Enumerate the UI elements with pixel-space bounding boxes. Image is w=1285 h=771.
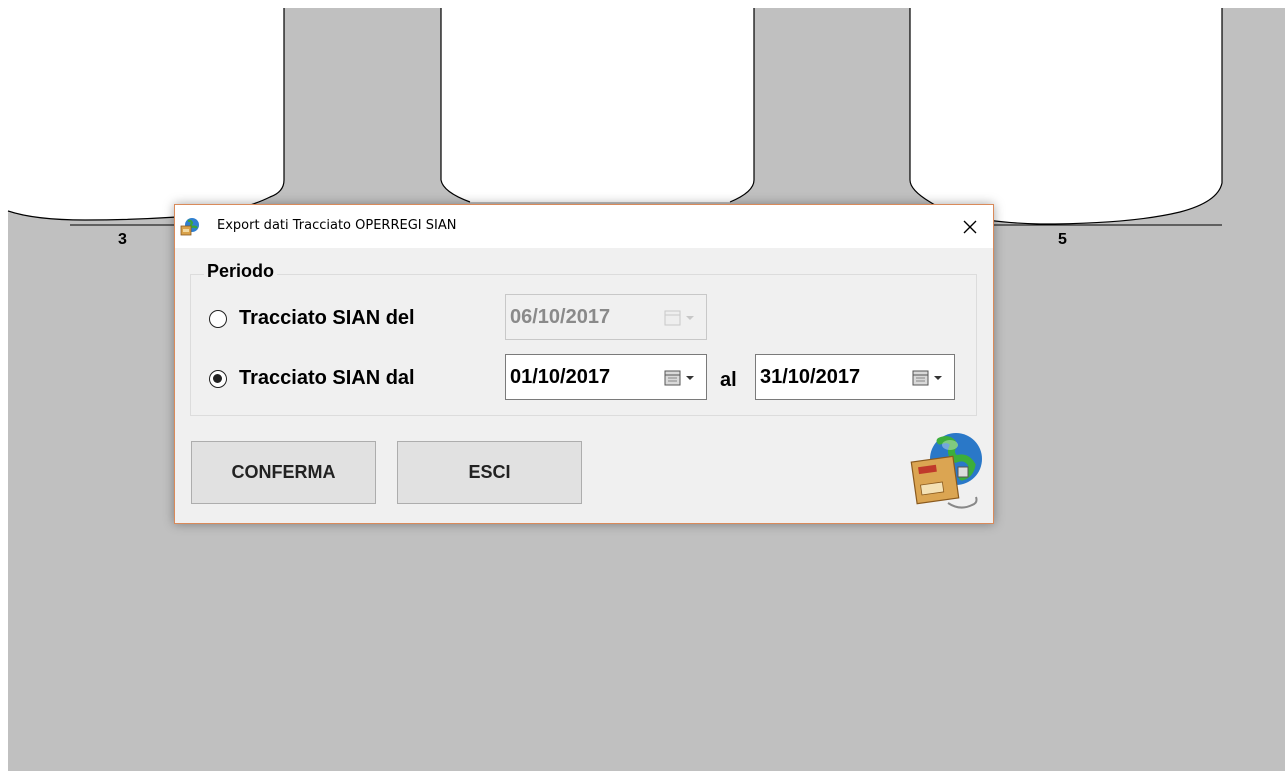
close-icon (963, 220, 977, 233)
range-separator-label: al (720, 369, 737, 391)
radio-single-circle[interactable] (209, 309, 227, 328)
period-group-title: Periodo (204, 261, 278, 282)
export-dialog: Export dati Tracciato OPERREGI SIAN Peri… (174, 204, 994, 524)
radio-range-label: Tracciato SIAN dal (239, 367, 415, 389)
radio-single-label: Tracciato SIAN del (239, 307, 415, 329)
tab-number-5: 5 (1058, 231, 1067, 248)
exit-button[interactable]: ESCI (397, 441, 582, 504)
date-from-field[interactable]: 01/10/2017 (505, 354, 707, 400)
dialog-titlebar[interactable]: Export dati Tracciato OPERREGI SIAN (175, 205, 993, 248)
calendar-dropdown-icon[interactable] (908, 368, 948, 388)
radio-single-date[interactable]: Tracciato SIAN del (209, 307, 415, 330)
calendar-dropdown-icon (664, 310, 694, 326)
app-globe-icon (180, 218, 199, 236)
tab-number-3: 3 (118, 231, 127, 248)
dialog-title: Export dati Tracciato OPERREGI SIAN (217, 218, 457, 233)
date-to-field[interactable]: 31/10/2017 (755, 354, 955, 400)
radio-date-range[interactable]: Tracciato SIAN dal (209, 367, 415, 390)
date-to-value: 31/10/2017 (760, 366, 861, 388)
single-date-field: 06/10/2017 (505, 294, 707, 340)
single-date-value: 06/10/2017 (510, 306, 611, 328)
export-package-globe-icon (910, 433, 982, 509)
close-button[interactable] (947, 205, 993, 248)
calendar-dropdown-icon[interactable] (660, 368, 700, 388)
confirm-button[interactable]: CONFERMA (191, 441, 376, 504)
date-from-value: 01/10/2017 (510, 366, 611, 388)
radio-range-circle[interactable] (209, 369, 227, 388)
